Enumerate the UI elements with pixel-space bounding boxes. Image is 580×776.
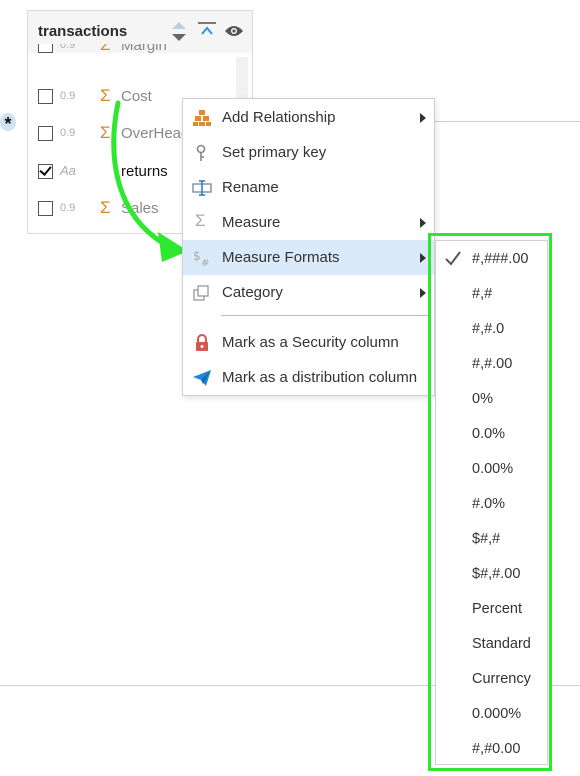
menu-item-category[interactable]: Category: [183, 275, 434, 310]
format-item[interactable]: $#,#: [436, 522, 547, 557]
format-label: Standard: [472, 636, 531, 652]
format-item[interactable]: #,#.0: [436, 312, 547, 347]
format-item[interactable]: Currency: [436, 662, 547, 697]
format-item[interactable]: 0.000%: [436, 697, 547, 732]
menu-item-label: Add Relationship: [222, 109, 336, 126]
format-label: 0.000%: [472, 706, 522, 722]
menu-item-add-relationship[interactable]: Add Relationship: [183, 100, 434, 135]
menu-item-label: Rename: [222, 179, 279, 196]
rename-icon: [192, 179, 212, 197]
submenu-arrow-icon: [420, 218, 426, 228]
format-item[interactable]: #,#0.00: [436, 732, 547, 767]
format-label: #,###.00: [472, 251, 529, 267]
format-label: #,#: [472, 286, 493, 302]
format-item[interactable]: 0%: [436, 382, 547, 417]
format-item[interactable]: Standard: [436, 627, 547, 662]
format-label: 0.0%: [472, 426, 506, 442]
menu-item-rename[interactable]: Rename: [183, 170, 434, 205]
menu-item-label: Set primary key: [222, 144, 327, 161]
format-label: Currency: [472, 671, 531, 687]
paper-plane-icon: [192, 369, 212, 387]
measure-format-icon: $ #: [192, 249, 212, 269]
format-label: $#,#.00: [472, 566, 521, 582]
format-item[interactable]: #,#.00: [436, 347, 547, 382]
format-label: #.0%: [472, 496, 506, 512]
format-item[interactable]: Percent: [436, 592, 547, 627]
category-icon: [192, 284, 212, 302]
key-icon: [192, 144, 212, 162]
menu-item-label: Category: [222, 284, 283, 301]
format-label: #,#.0: [472, 321, 505, 337]
menu-item-label: Mark as a Security column: [222, 334, 399, 351]
submenu-arrow-icon: [420, 253, 426, 263]
format-item[interactable]: #.0%: [436, 487, 547, 522]
format-item[interactable]: $#,#.00: [436, 557, 547, 592]
checkmark-icon: [444, 250, 462, 271]
format-label: #,#.00: [472, 356, 513, 372]
menu-item-mark-distribution-column[interactable]: Mark as a distribution column: [183, 360, 434, 395]
format-label: 0%: [472, 391, 493, 407]
format-label: $#,#: [472, 531, 501, 547]
format-item[interactable]: 0.00%: [436, 452, 547, 487]
svg-text:$: $: [193, 249, 201, 263]
format-item[interactable]: #,#: [436, 277, 547, 312]
format-item[interactable]: 0.0%: [436, 417, 547, 452]
svg-text:#: #: [201, 258, 209, 267]
format-label: Percent: [472, 601, 522, 617]
menu-item-set-primary-key[interactable]: Set primary key: [183, 135, 434, 170]
menu-item-label: Measure: [222, 214, 281, 231]
lock-icon: [192, 334, 212, 352]
menu-item-label: Mark as a distribution column: [222, 369, 418, 386]
format-item-selected[interactable]: #,###.00: [436, 242, 547, 277]
hierarchy-icon: [192, 109, 212, 127]
sigma-icon: Σ: [195, 211, 206, 230]
measure-formats-submenu: #,###.00 #,# #,#.0 #,#.00 0% 0.0% 0.00% …: [435, 240, 548, 765]
menu-separator: [221, 315, 431, 316]
format-label: 0.00%: [472, 461, 514, 477]
format-label: #,#0.00: [472, 741, 521, 757]
menu-item-measure[interactable]: Σ Measure: [183, 205, 434, 240]
menu-item-label: Measure Formats: [222, 249, 340, 266]
context-menu: Add Relationship Set primary key Rename …: [182, 98, 435, 396]
submenu-arrow-icon: [420, 288, 426, 298]
menu-item-measure-formats[interactable]: $ # Measure Formats: [183, 240, 434, 275]
submenu-arrow-icon: [420, 113, 426, 123]
menu-item-mark-security-column[interactable]: Mark as a Security column: [183, 325, 434, 360]
